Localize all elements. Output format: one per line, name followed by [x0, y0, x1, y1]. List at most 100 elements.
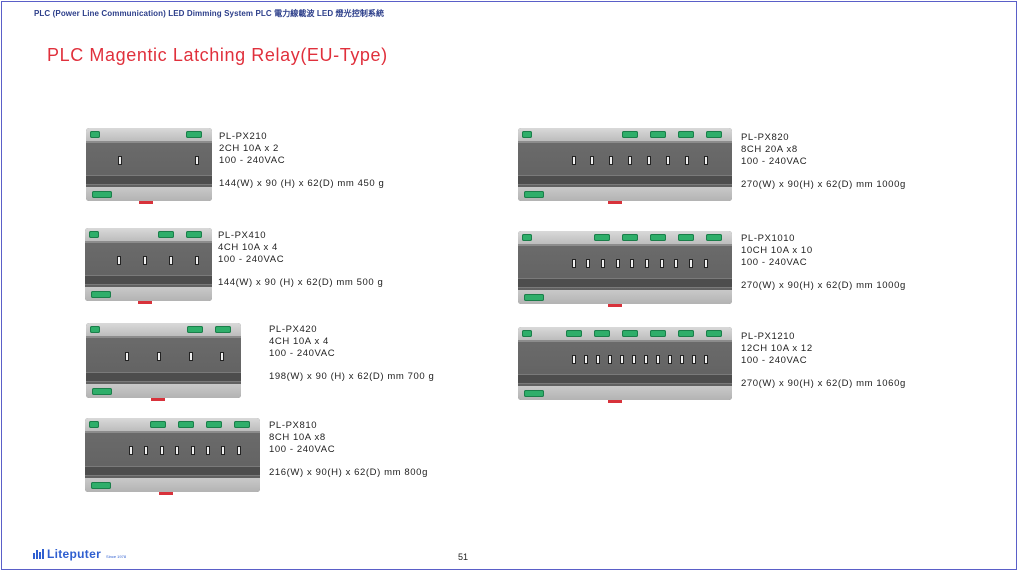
relay-label-strip — [85, 275, 212, 285]
relay-image-px420 — [86, 323, 241, 398]
dimensions-weight: 144(W) x 90 (H) x 62(D) mm 450 g — [219, 178, 385, 189]
channel-rating: 4CH 10A x 4 — [218, 242, 278, 253]
dimensions-weight: 198(W) x 90 (H) x 62(D) mm 700 g — [269, 371, 435, 382]
mounting-clip — [138, 301, 153, 304]
terminal-block — [90, 326, 100, 333]
channel-switch — [142, 255, 147, 265]
dimensions-weight: 144(W) x 90 (H) x 62(D) mm 500 g — [218, 277, 384, 288]
mounting-clip — [607, 400, 622, 403]
terminal-block — [650, 234, 666, 241]
relay-bottom-lip — [85, 478, 260, 492]
channel-switch — [703, 354, 708, 364]
channel-switch — [659, 258, 664, 268]
channel-switch — [571, 155, 576, 165]
channel-switch — [220, 351, 225, 361]
terminal-block — [90, 131, 100, 138]
terminal-block — [678, 234, 694, 241]
terminal-block — [594, 234, 610, 241]
channel-switch — [175, 446, 180, 456]
relay-band — [518, 340, 732, 342]
mounting-clip — [607, 304, 622, 307]
terminal-block — [91, 482, 111, 489]
terminal-block — [522, 234, 532, 241]
channel-rating: 8CH 20A x8 — [741, 144, 798, 155]
spec-block-px410: PL-PX410 4CH 10A x 4 100 - 240VAC 144(W)… — [218, 230, 383, 289]
terminal-block — [215, 326, 231, 333]
terminal-block — [158, 231, 174, 238]
dimensions-weight: 270(W) x 90(H) x 62(D) mm 1000g — [741, 280, 906, 291]
channel-switch — [188, 351, 193, 361]
channel-switch — [190, 446, 195, 456]
logo-bars-icon — [33, 549, 44, 559]
channel-switch — [156, 351, 161, 361]
relay-image-px1210 — [518, 327, 732, 400]
terminal-block — [706, 131, 722, 138]
relay-band — [85, 241, 212, 243]
relay-band — [86, 141, 212, 143]
terminal-block — [524, 294, 544, 301]
terminal-block — [650, 330, 666, 337]
relay-band — [518, 244, 732, 246]
terminal-block — [566, 330, 582, 337]
terminal-block — [186, 231, 202, 238]
terminal-block — [622, 234, 638, 241]
terminal-block — [92, 191, 112, 198]
spec-block-px820: PL-PX820 8CH 20A x8 100 - 240VAC 270(W) … — [741, 132, 906, 191]
relay-band — [85, 431, 260, 433]
channel-switch — [691, 354, 696, 364]
mounting-clip — [158, 492, 173, 495]
channel-switch — [195, 255, 200, 265]
terminal-block — [234, 421, 250, 428]
channel-switch — [703, 258, 708, 268]
voltage: 100 - 240VAC — [269, 348, 336, 359]
channel-switch — [117, 155, 122, 165]
terminal-block — [522, 330, 532, 337]
channel-switch — [619, 354, 624, 364]
channel-switch — [144, 446, 149, 456]
document-header: PLC (Power Line Communication) LED Dimmi… — [34, 9, 385, 18]
spec-block-px420: PL-PX420 4CH 10A x 4 100 - 240VAC 198(W)… — [269, 324, 434, 383]
channel-switch — [688, 258, 693, 268]
model-name: PL-PX1210 — [741, 331, 795, 342]
channel-rating: 2CH 10A x 2 — [219, 143, 279, 154]
relay-image-px810 — [85, 418, 260, 492]
channel-switch — [628, 155, 633, 165]
relay-image-px820 — [518, 128, 732, 201]
channel-switch — [205, 446, 210, 456]
dimensions-weight: 270(W) x 90(H) x 62(D) mm 1000g — [741, 179, 906, 190]
relay-label-strip — [86, 372, 241, 382]
channel-switch — [159, 446, 164, 456]
channel-rating: 4CH 10A x 4 — [269, 336, 329, 347]
channel-switch — [195, 155, 200, 165]
mounting-clip — [607, 201, 622, 204]
terminal-block — [650, 131, 666, 138]
relay-image-px210 — [86, 128, 212, 201]
channel-switch — [674, 258, 679, 268]
terminal-block — [89, 231, 99, 238]
voltage: 100 - 240VAC — [218, 254, 285, 265]
channel-switch — [643, 354, 648, 364]
channel-switch — [630, 258, 635, 268]
relay-label-strip — [518, 175, 732, 185]
logo-since: Since 1978 — [106, 553, 127, 559]
relay-image-px410 — [85, 228, 212, 301]
channel-switch — [590, 155, 595, 165]
channel-switch — [571, 258, 576, 268]
channel-switch — [644, 258, 649, 268]
logo-text: Liteputer — [47, 547, 102, 561]
voltage: 100 - 240VAC — [219, 155, 286, 166]
model-name: PL-PX410 — [218, 230, 267, 241]
relay-bottom-lip — [518, 386, 732, 400]
terminal-block — [622, 330, 638, 337]
voltage: 100 - 240VAC — [269, 444, 336, 455]
mounting-clip — [151, 398, 166, 401]
channel-switch — [667, 354, 672, 364]
channel-switch — [571, 354, 576, 364]
voltage: 100 - 240VAC — [741, 355, 808, 366]
spec-block-px1010: PL-PX1010 10CH 10A x 10 100 - 240VAC 270… — [741, 233, 906, 292]
terminal-block — [92, 388, 112, 395]
channel-switch — [679, 354, 684, 364]
terminal-block — [206, 421, 222, 428]
terminal-block — [524, 191, 544, 198]
terminal-block — [706, 234, 722, 241]
